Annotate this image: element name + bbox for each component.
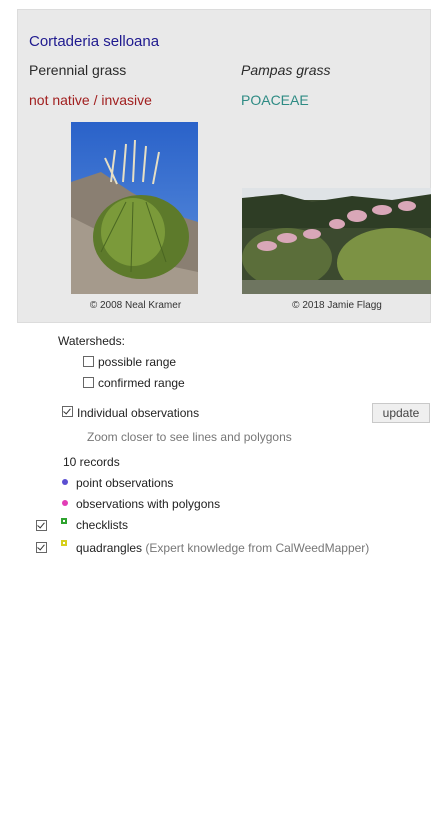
quadrangles-marker-icon xyxy=(61,540,67,546)
checklists-checkbox[interactable] xyxy=(36,520,47,531)
point-observations-label: point observations xyxy=(76,476,174,490)
common-name: Perennial grass xyxy=(29,62,127,78)
point-marker-icon xyxy=(62,479,68,485)
confirmed-range-checkbox[interactable] xyxy=(83,377,94,388)
zoom-hint: Zoom closer to see lines and polygons xyxy=(87,430,292,444)
status-label: not native / invasive xyxy=(29,92,152,108)
alternate-name: Pampas grass xyxy=(241,62,331,78)
quadrangles-name[interactable]: quadrangles xyxy=(76,541,142,555)
quadrangles-label[interactable]: quadrangles (Expert knowledge from CalWe… xyxy=(76,541,369,555)
quadrangles-note: (Expert knowledge from CalWeedMapper) xyxy=(145,541,370,555)
quadrangles-checkbox[interactable] xyxy=(36,542,47,553)
species-card: Cortaderia selloana Perennial grass Pamp… xyxy=(17,9,431,323)
polygon-observations-label: observations with polygons xyxy=(76,497,221,511)
possible-range-checkbox[interactable] xyxy=(83,356,94,367)
family-name: POACEAE xyxy=(241,92,309,108)
pampas-photo[interactable] xyxy=(242,188,431,294)
update-button[interactable]: update xyxy=(372,403,430,423)
possible-range-label[interactable]: possible range xyxy=(98,355,176,369)
observations-checkbox[interactable] xyxy=(62,406,73,417)
checklists-label[interactable]: checklists xyxy=(76,518,128,532)
records-count: 10 records xyxy=(63,455,120,469)
watersheds-heading: Watersheds: xyxy=(58,334,125,348)
checklists-marker-icon xyxy=(61,518,67,524)
polygon-marker-icon xyxy=(62,500,68,506)
scientific-name[interactable]: Cortaderia selloana xyxy=(29,33,159,50)
photo-credit: © 2008 Neal Kramer xyxy=(89,300,182,311)
grass-photo[interactable] xyxy=(71,122,198,294)
photo-credit: © 2018 Jamie Flagg xyxy=(292,300,382,311)
observations-label[interactable]: Individual observations xyxy=(77,406,199,420)
confirmed-range-label[interactable]: confirmed range xyxy=(98,376,185,390)
